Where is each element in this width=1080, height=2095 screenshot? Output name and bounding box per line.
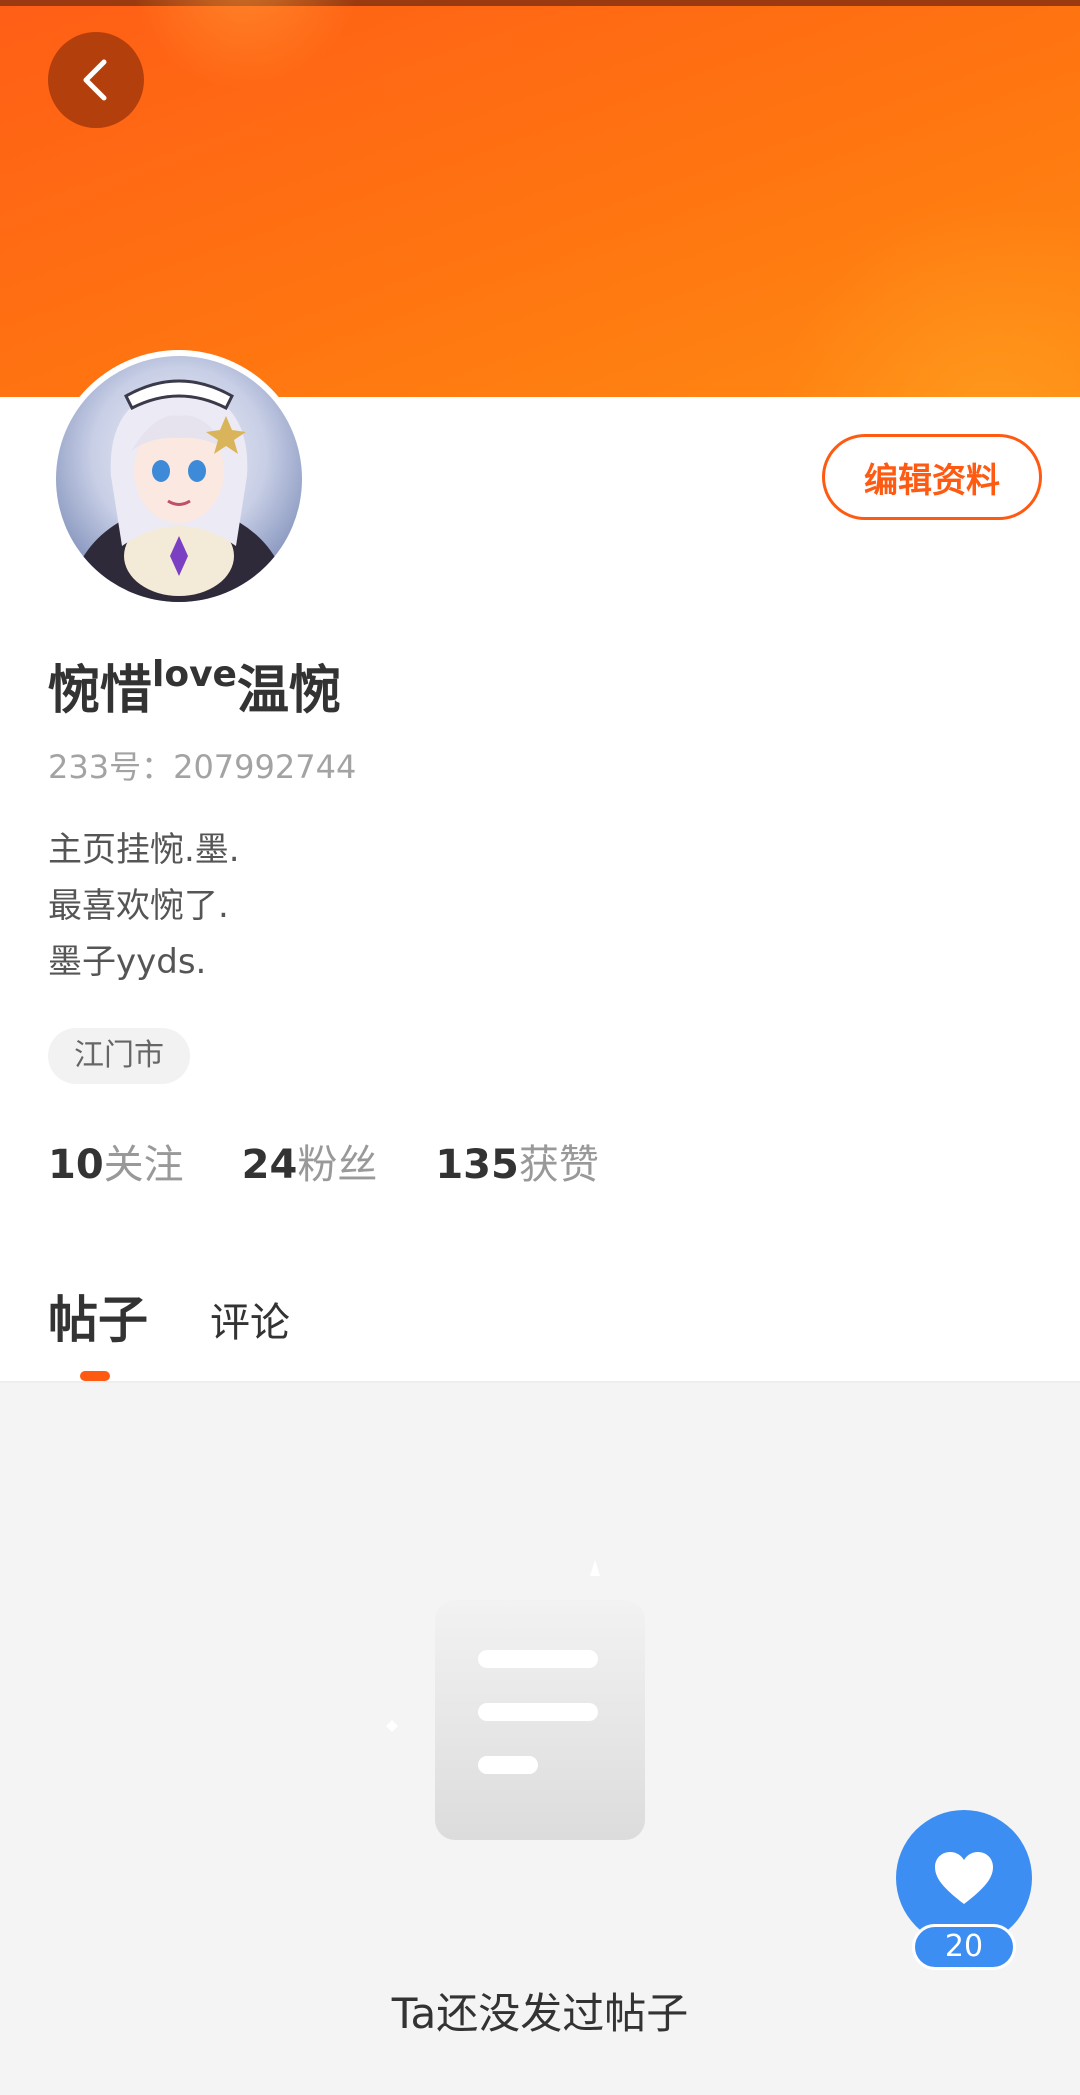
- location-tag: 江门市: [48, 1028, 190, 1084]
- stat-number: 135: [435, 1142, 519, 1188]
- username-part: 温惋: [236, 661, 341, 721]
- edit-profile-button[interactable]: 编辑资料: [822, 434, 1042, 520]
- avatar-image: [56, 356, 302, 602]
- empty-state-text: Ta还没发过帖子: [391, 1989, 689, 2038]
- username: 惋惜love温惋: [48, 648, 341, 723]
- bio: 主页挂惋.墨. 最喜欢惋了. 墨子yyds.: [48, 822, 240, 990]
- profile-banner: [0, 0, 1080, 397]
- bio-line: 最喜欢惋了.: [48, 886, 229, 926]
- user-id: 233号：207992744: [48, 748, 357, 786]
- stat-label: 获赞: [518, 1142, 599, 1188]
- banner-decoration: [130, 0, 360, 90]
- avatar[interactable]: [50, 350, 308, 608]
- tab-bar: 帖子 评论: [48, 1280, 290, 1352]
- banner-decoration: [780, 200, 1080, 397]
- like-count-badge: 20: [912, 1924, 1016, 1970]
- username-superscript: love: [152, 654, 237, 695]
- bio-line: 主页挂惋.墨.: [48, 830, 240, 870]
- stat-following[interactable]: 10 关注: [48, 1132, 184, 1190]
- stats-bar: 10 关注 24 粉丝 135 获赞: [48, 1132, 599, 1190]
- username-part: 惋惜: [48, 661, 153, 721]
- stat-number: 10: [48, 1142, 104, 1188]
- back-button[interactable]: [48, 32, 144, 128]
- document-icon: [380, 1540, 700, 1860]
- stat-likes[interactable]: 135 获赞: [435, 1132, 599, 1190]
- stat-label: 粉丝: [297, 1142, 378, 1188]
- stat-label: 关注: [103, 1142, 184, 1188]
- chevron-left-icon: [83, 59, 107, 101]
- stat-followers[interactable]: 24 粉丝: [242, 1132, 378, 1190]
- heart-icon: [935, 1852, 993, 1904]
- stat-number: 24: [241, 1142, 298, 1188]
- tab-posts[interactable]: 帖子: [48, 1280, 148, 1352]
- tab-comments[interactable]: 评论: [210, 1290, 290, 1352]
- tab-indicator: [80, 1371, 110, 1381]
- bio-line: 墨子yyds.: [48, 942, 207, 982]
